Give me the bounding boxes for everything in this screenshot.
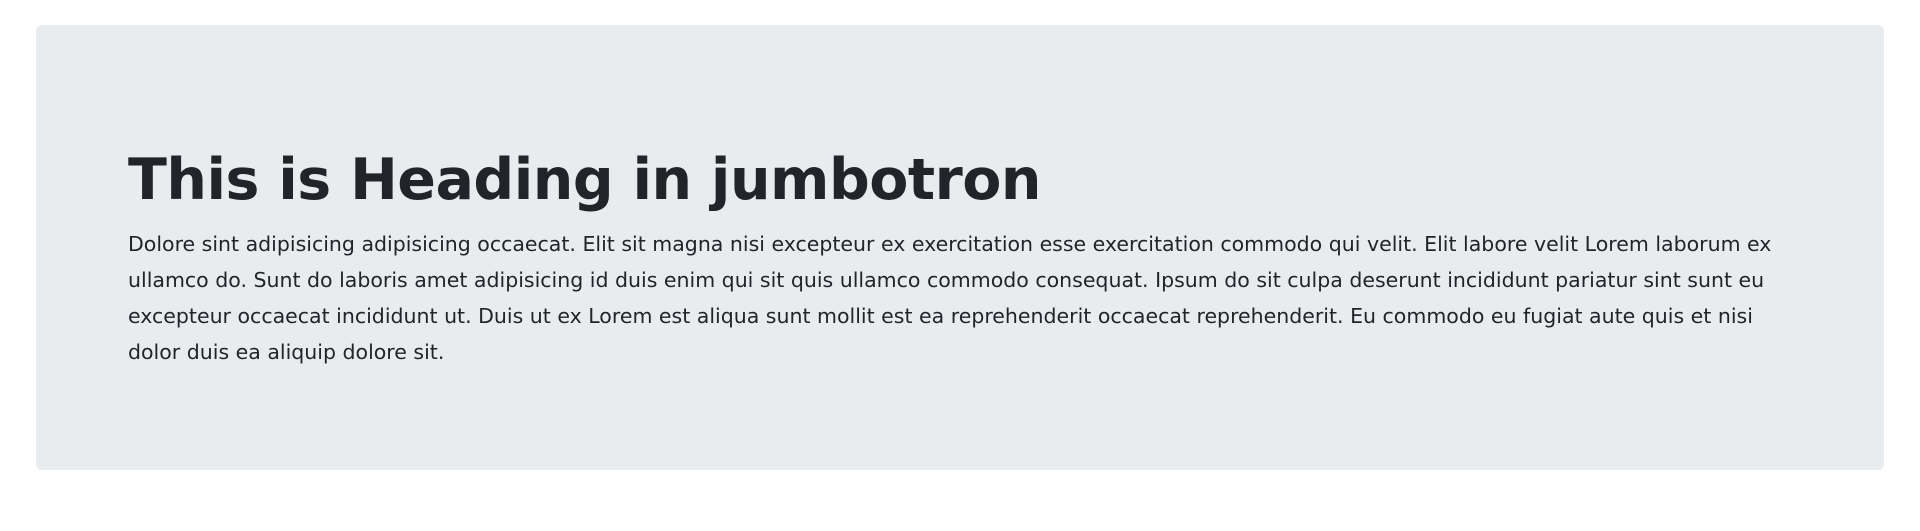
jumbotron-heading: This is Heading in jumbotron bbox=[128, 147, 1042, 213]
jumbotron: This is Heading in jumbotron Dolore sint… bbox=[36, 25, 1884, 470]
jumbotron-body-text: Dolore sint adipisicing adipisicing occa… bbox=[128, 231, 1772, 364]
page: This is Heading in jumbotron Dolore sint… bbox=[0, 0, 1920, 531]
